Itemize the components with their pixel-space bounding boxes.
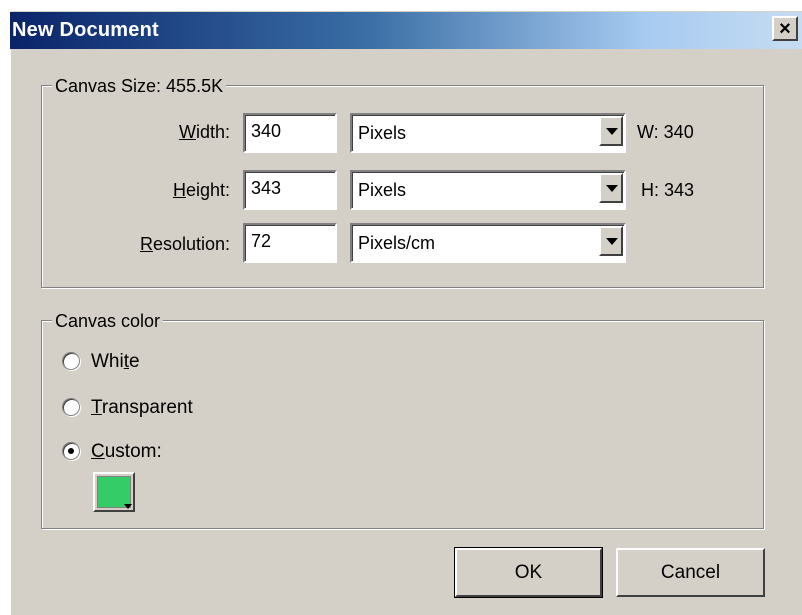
height-label: Height: bbox=[172, 180, 230, 200]
height-readout: H: 343 bbox=[641, 180, 695, 200]
ok-button[interactable]: OK bbox=[454, 547, 603, 598]
title-bar: New Document bbox=[10, 12, 802, 49]
transparent-radio-label[interactable]: Transparent bbox=[91, 397, 193, 419]
transparent-radio[interactable] bbox=[62, 398, 80, 416]
resolution-input[interactable]: 72 bbox=[243, 223, 337, 263]
window-title: New Document bbox=[12, 19, 159, 41]
height-input[interactable]: 343 bbox=[243, 170, 337, 210]
close-button[interactable]: × bbox=[772, 16, 798, 41]
custom-radio-label[interactable]: Custom: bbox=[91, 441, 162, 463]
height-unit-select[interactable]: Pixels bbox=[350, 170, 626, 210]
chevron-down-icon[interactable] bbox=[599, 173, 623, 203]
width-unit-select[interactable]: Pixels bbox=[350, 113, 626, 153]
canvas-color-group bbox=[41, 320, 764, 529]
cancel-button[interactable]: Cancel bbox=[616, 548, 765, 597]
width-input[interactable]: 340 bbox=[243, 113, 337, 153]
close-icon: × bbox=[779, 17, 791, 40]
dropdown-arrow-icon bbox=[124, 504, 132, 509]
canvas-size-legend: Canvas Size: 455.5K bbox=[52, 76, 227, 96]
chevron-down-icon[interactable] bbox=[599, 116, 623, 146]
width-label: Width: bbox=[178, 122, 230, 142]
custom-radio[interactable] bbox=[62, 442, 80, 460]
resolution-unit-select[interactable]: Pixels/cm bbox=[350, 223, 626, 263]
resolution-label: Resolution: bbox=[139, 234, 230, 254]
white-radio-label[interactable]: White bbox=[91, 351, 140, 373]
width-readout: W: 340 bbox=[637, 122, 694, 142]
canvas-color-legend: Canvas color bbox=[52, 311, 164, 331]
color-swatch-button[interactable] bbox=[93, 472, 135, 512]
white-radio[interactable] bbox=[62, 352, 80, 370]
chevron-down-icon[interactable] bbox=[599, 226, 623, 256]
